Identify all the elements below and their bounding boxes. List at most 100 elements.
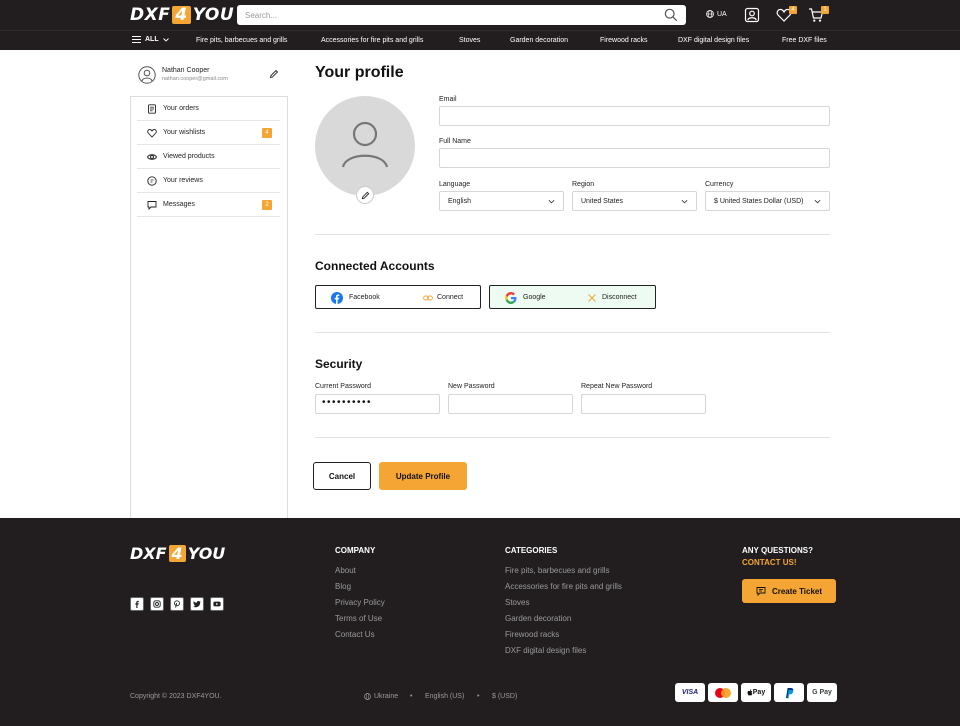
footer-category-link[interactable]: Stoves: [505, 598, 529, 607]
footer-currency-selector[interactable]: $ (USD): [492, 693, 517, 700]
footer-link-contact[interactable]: Contact Us: [335, 630, 375, 639]
currency-label: Currency: [705, 181, 734, 188]
logo-text-mid: 4: [168, 545, 186, 562]
chevron-down-icon: [814, 199, 821, 204]
nav-item-garden-decoration[interactable]: Garden decoration: [510, 37, 568, 44]
currency-value: $ United States Dollar (USD): [714, 197, 804, 205]
facebook-icon: [331, 292, 343, 304]
nav-item-dxf-design-files[interactable]: DXF digital design files: [678, 37, 749, 44]
nav-item-free-dxf[interactable]: Free DXF files: [782, 37, 827, 44]
contact-us-link[interactable]: CONTACT US!: [742, 558, 797, 567]
sidebar-item-wishlists[interactable]: Your wishlists 4: [137, 121, 280, 145]
separator-dot: •: [410, 693, 413, 700]
logo-text-right: YOU: [192, 5, 235, 25]
update-profile-button[interactable]: Update Profile: [379, 462, 467, 490]
user-email: nathan.cooper@gmail.com: [162, 76, 228, 82]
sidebar-item-label: Messages: [163, 201, 195, 208]
sidebar-item-orders[interactable]: Your orders: [137, 97, 280, 121]
link-icon: [423, 295, 433, 301]
copyright: Copyright © 2023 DXF4YOU.: [130, 693, 222, 700]
search-input[interactable]: [237, 5, 637, 26]
edit-pencil-icon[interactable]: [269, 69, 279, 79]
pinterest-social-icon[interactable]: [170, 597, 184, 611]
footer-language-selector[interactable]: English (US): [425, 693, 464, 700]
sidebar-item-label: Your reviews: [163, 177, 203, 184]
footer-category-link[interactable]: Fire pits, barbecues and grills: [505, 566, 610, 575]
hamburger-icon: [132, 36, 141, 43]
fullname-field[interactable]: [439, 148, 830, 168]
region-value: United States: [581, 197, 624, 205]
page-title: Your profile: [315, 64, 404, 81]
sidebar-item-reviews[interactable]: Your reviews: [137, 169, 280, 193]
nav-item-fire-pits[interactable]: Fire pits, barbecues and grills: [196, 37, 287, 44]
gpay-text: G Pay: [812, 689, 832, 696]
footer-country-selector[interactable]: Ukraine: [364, 693, 398, 700]
google-disconnect-button[interactable]: Disconnect: [602, 294, 637, 301]
user-profile-icon[interactable]: [744, 7, 760, 23]
review-icon: [147, 175, 157, 186]
pinterest-glyph-icon: [174, 600, 180, 608]
section-divider: [315, 437, 830, 438]
nav-item-stoves[interactable]: Stoves: [459, 37, 480, 44]
create-ticket-button[interactable]: Create Ticket: [742, 579, 836, 603]
region-label: Region: [572, 181, 595, 188]
youtube-play-icon: [213, 601, 221, 607]
sidebar-menu: Your orders Your wishlists 4 Viewed prod…: [130, 96, 288, 518]
footer-logo[interactable]: DXF 4 YOU: [130, 544, 225, 563]
sidebar-item-messages[interactable]: Messages 2: [137, 193, 280, 217]
current-password-label: Current Password: [315, 383, 372, 390]
region-select[interactable]: United States: [572, 191, 697, 211]
facebook-f-icon: [135, 600, 139, 608]
facebook-social-icon[interactable]: [130, 597, 144, 611]
avatar-edit-button[interactable]: [356, 186, 374, 204]
footer-link-privacy[interactable]: Privacy Policy: [335, 598, 385, 607]
youtube-social-icon[interactable]: [210, 597, 224, 611]
logo-text-right: YOU: [187, 544, 226, 563]
language-select[interactable]: English: [439, 191, 564, 211]
nav-item-firewood-racks[interactable]: Firewood racks: [600, 37, 647, 44]
separator-dot: •: [477, 693, 480, 700]
cancel-button[interactable]: Cancel: [313, 462, 371, 490]
orders-icon: [148, 103, 156, 114]
footer-category-link[interactable]: Garden decoration: [505, 614, 571, 623]
sidebar-user: Nathan Cooper nathan.cooper@gmail.com: [138, 64, 283, 88]
twitter-bird-icon: [193, 600, 201, 608]
footer-link-about[interactable]: About: [335, 566, 356, 575]
google-pay-icon: G Pay: [807, 683, 837, 702]
google-account: Google Disconnect: [489, 285, 656, 309]
footer-link-terms[interactable]: Terms of Use: [335, 614, 382, 623]
nav-item-accessories[interactable]: Accessories for fire pits and grills: [321, 37, 423, 44]
chevron-down-icon: [681, 199, 688, 204]
sidebar-item-label: Your wishlists: [163, 129, 206, 136]
new-password-field[interactable]: [448, 394, 573, 414]
repeat-password-field[interactable]: [581, 394, 706, 414]
wishlist-badge: 4: [262, 128, 272, 138]
all-categories-menu[interactable]: ALL: [132, 36, 169, 43]
logo-text-left: DXF: [130, 5, 171, 25]
footer-link-blog[interactable]: Blog: [335, 582, 351, 591]
site-logo[interactable]: DXF 4 YOU: [130, 5, 235, 25]
twitter-social-icon[interactable]: [190, 597, 204, 611]
footer-category-link[interactable]: DXF digital design files: [505, 646, 586, 655]
facebook-connect-button[interactable]: Connect: [437, 294, 463, 301]
create-ticket-label: Create Ticket: [771, 586, 823, 596]
language-switcher[interactable]: UA: [706, 10, 727, 18]
footer-category-link[interactable]: Accessories for fire pits and grills: [505, 582, 622, 591]
instagram-social-icon[interactable]: [150, 597, 164, 611]
current-password-value: ••••••••••: [322, 397, 373, 408]
messages-badge: 2: [262, 200, 272, 210]
fullname-label: Full Name: [439, 138, 471, 145]
globe-icon: [364, 693, 371, 700]
connected-accounts-title: Connected Accounts: [315, 259, 435, 273]
currency-select[interactable]: $ United States Dollar (USD): [705, 191, 830, 211]
language-label: Language: [439, 181, 471, 188]
chevron-down-icon: [162, 37, 169, 42]
paypal-p-icon: [786, 687, 794, 698]
all-label: ALL: [145, 36, 159, 43]
email-field[interactable]: [439, 106, 830, 126]
footer-category-link[interactable]: Firewood racks: [505, 630, 559, 639]
search-icon[interactable]: [664, 8, 678, 22]
profile-avatar[interactable]: [315, 96, 415, 196]
user-name: Nathan Cooper: [162, 67, 210, 74]
sidebar-item-viewed-products[interactable]: Viewed products: [137, 145, 280, 169]
